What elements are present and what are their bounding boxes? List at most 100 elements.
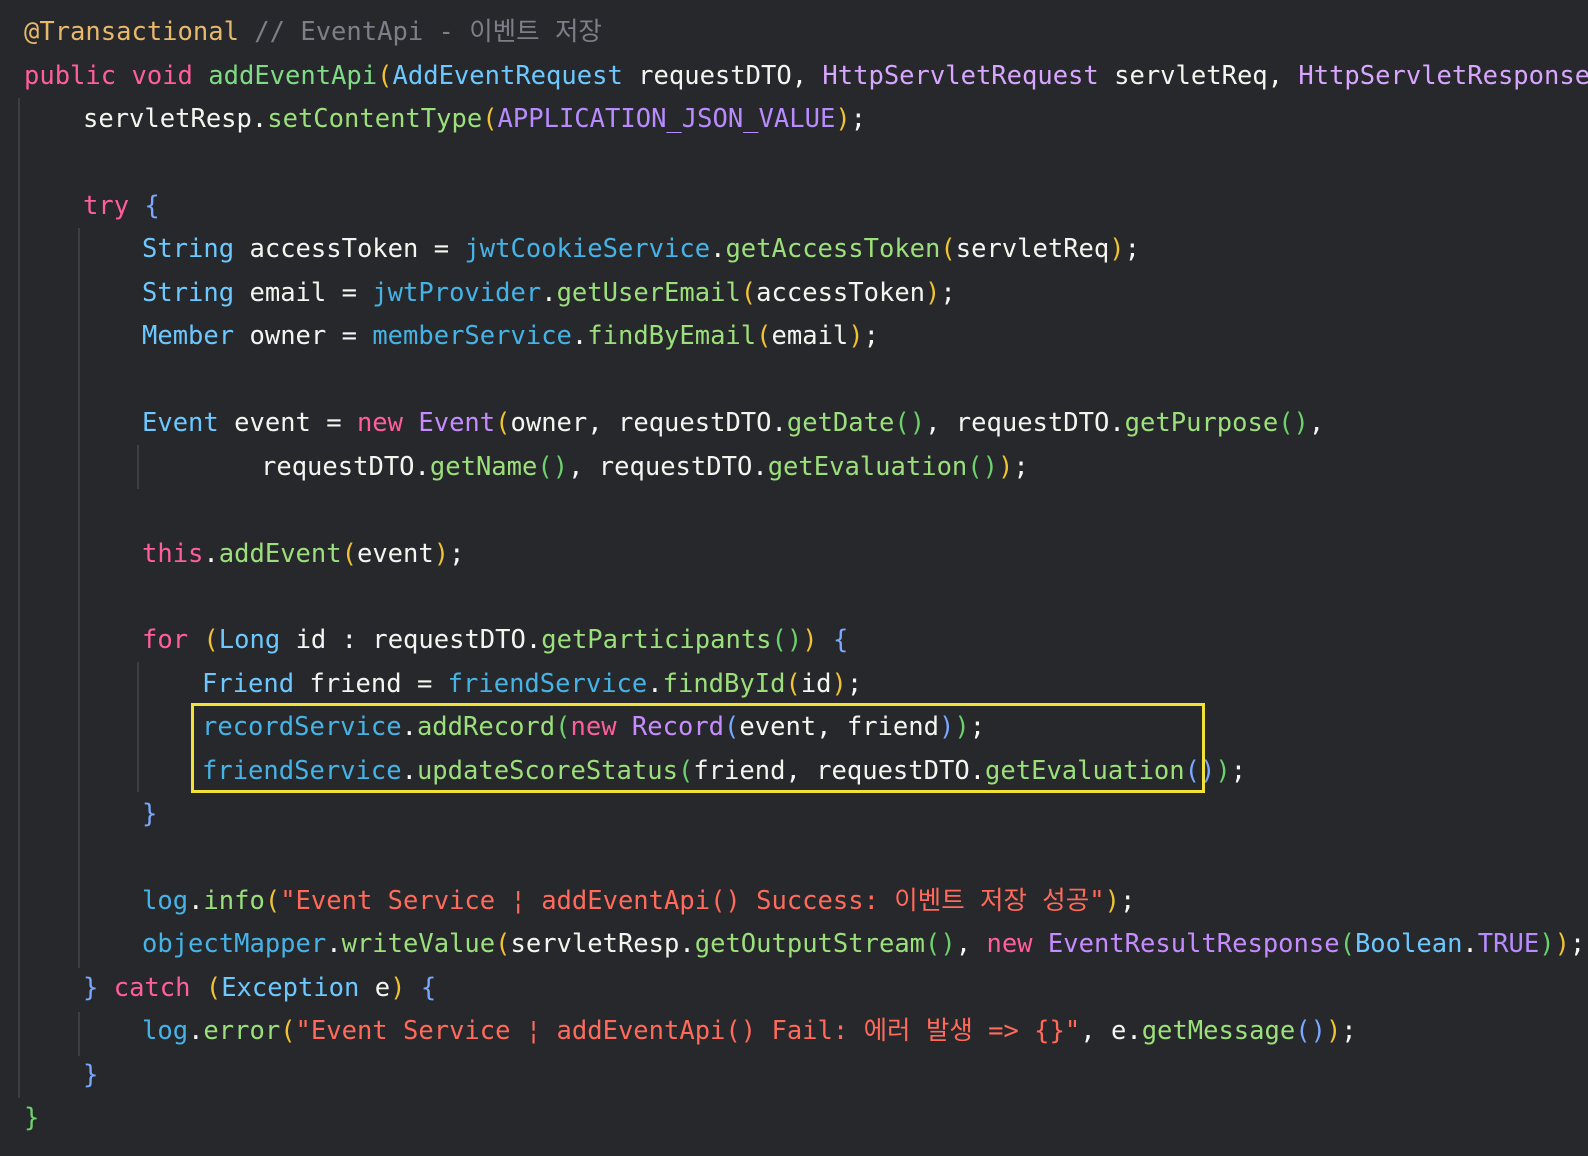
- identifier: requestDTO: [598, 452, 753, 482]
- indent-guide: [137, 662, 139, 792]
- variable: e: [374, 973, 391, 1003]
- identifier: servletResp: [83, 104, 252, 134]
- identifier: requestDTO: [617, 408, 772, 438]
- annotation: @Transactional: [24, 17, 239, 47]
- type: Boolean: [1354, 929, 1463, 959]
- param: servletReq: [1114, 61, 1268, 91]
- constructor: Event: [418, 408, 496, 438]
- param: requestDTO: [638, 61, 792, 91]
- identifier: e: [1110, 1016, 1127, 1046]
- identifier: servletResp: [510, 929, 680, 959]
- variable: id: [295, 625, 327, 655]
- variable: friend: [309, 669, 402, 699]
- method-call: getUserEmail: [556, 278, 741, 308]
- code-line: log.info("Event Service ¦ addEventApi() …: [142, 886, 1136, 916]
- constant: APPLICATION_JSON_VALUE: [497, 104, 836, 134]
- method-call: findById: [662, 669, 786, 699]
- identifier: requestDTO: [955, 408, 1110, 438]
- type: Long: [218, 625, 281, 655]
- method-call: getAccessToken: [725, 234, 941, 264]
- field: log: [142, 886, 189, 916]
- field: log: [142, 1016, 189, 1046]
- keyword: public: [24, 61, 117, 91]
- method-call: getEvaluation: [767, 452, 968, 482]
- code-line: @Transactional // EventApi - 이벤트 저장: [24, 10, 602, 54]
- type: AddEventRequest: [392, 61, 623, 91]
- variable: email: [249, 278, 327, 308]
- constant: TRUE: [1477, 929, 1540, 959]
- identifier: requestDTO: [372, 625, 526, 655]
- field: jwtCookieService: [464, 234, 711, 264]
- code-line: }: [83, 1060, 99, 1090]
- code-line: requestDTO.getName(), requestDTO.getEval…: [261, 452, 1029, 482]
- method-name: addEventApi: [208, 61, 378, 91]
- type: Member: [142, 321, 235, 351]
- type: Exception: [221, 973, 360, 1003]
- code-line: this.addEvent(event);: [142, 539, 465, 569]
- string-literal: "Event Service ¦ addEventApi() Success: …: [280, 886, 1105, 916]
- indent-guide: [78, 228, 80, 968]
- method-call: error: [203, 1016, 281, 1046]
- code-line: } catch (Exception e) {: [83, 973, 437, 1003]
- method-call: getDate: [786, 408, 895, 438]
- constructor: EventResultResponse: [1047, 929, 1340, 959]
- string-literal: "Event Service ¦ addEventApi() Fail: 에러 …: [295, 1016, 1081, 1046]
- type: HttpServletResponse: [1298, 61, 1588, 91]
- type: Event: [142, 408, 219, 438]
- keyword: catch: [113, 973, 191, 1003]
- code-line: }: [24, 1103, 40, 1133]
- variable: accessToken: [249, 234, 419, 264]
- field: memberService: [372, 321, 572, 351]
- indent-guide: [137, 445, 139, 489]
- identifier: servletReq: [955, 234, 1110, 264]
- code-line: log.error("Event Service ¦ addEventApi()…: [142, 1016, 1357, 1046]
- comment: // EventApi - 이벤트 저장: [238, 17, 602, 47]
- code-line: try {: [83, 191, 160, 221]
- keyword: this: [142, 539, 204, 569]
- identifier: id: [800, 669, 832, 699]
- identifier: owner: [510, 408, 588, 438]
- highlight-box: [191, 703, 1205, 793]
- type: Friend: [202, 669, 295, 699]
- method-call: findByEmail: [587, 321, 757, 351]
- identifier: requestDTO: [261, 452, 415, 482]
- method-call: setContentType: [267, 104, 483, 134]
- code-line: servletResp.setContentType(APPLICATION_J…: [83, 104, 867, 134]
- keyword: for: [142, 625, 189, 655]
- keyword: try: [83, 191, 130, 221]
- keyword: new: [986, 929, 1033, 959]
- indent-guide: [18, 98, 20, 1098]
- code-line: Member owner = memberService.findByEmail…: [142, 321, 879, 351]
- code-line: String accessToken = jwtCookieService.ge…: [142, 234, 1140, 264]
- code-line: }: [142, 799, 158, 829]
- method-call: info: [203, 886, 265, 916]
- variable: owner: [249, 321, 327, 351]
- type: String: [142, 234, 235, 264]
- method-call: addEvent: [218, 539, 342, 569]
- type: HttpServletRequest: [822, 61, 1099, 91]
- code-line: Friend friend = friendService.findById(i…: [202, 669, 863, 699]
- method-call: writeValue: [341, 929, 496, 959]
- identifier: email: [771, 321, 849, 351]
- code-line: for (Long id : requestDTO.getParticipant…: [142, 625, 849, 655]
- field: friendService: [447, 669, 648, 699]
- field: jwtProvider: [372, 278, 542, 308]
- keyword: new: [356, 408, 404, 438]
- method-call: getParticipants: [541, 625, 772, 655]
- code-line: String email = jwtProvider.getUserEmail(…: [142, 278, 956, 308]
- code-line: objectMapper.writeValue(servletResp.getO…: [142, 929, 1586, 959]
- method-call: getName: [429, 452, 538, 482]
- identifier: event: [356, 539, 434, 569]
- type: String: [142, 278, 235, 308]
- identifier: accessToken: [756, 278, 926, 308]
- method-call: getOutputStream: [694, 929, 926, 959]
- code-line: Event event = new Event(owner, requestDT…: [142, 408, 1325, 438]
- indent-guide: [78, 1012, 80, 1056]
- field: objectMapper: [142, 929, 327, 959]
- code-editor[interactable]: @Transactional // EventApi - 이벤트 저장 publ…: [0, 0, 1588, 1156]
- method-call: getPurpose: [1124, 408, 1279, 438]
- variable: event: [234, 408, 311, 438]
- method-call: getMessage: [1141, 1016, 1296, 1046]
- code-line: public void addEventApi(AddEventRequest …: [24, 54, 1588, 98]
- keyword: void: [131, 61, 193, 91]
